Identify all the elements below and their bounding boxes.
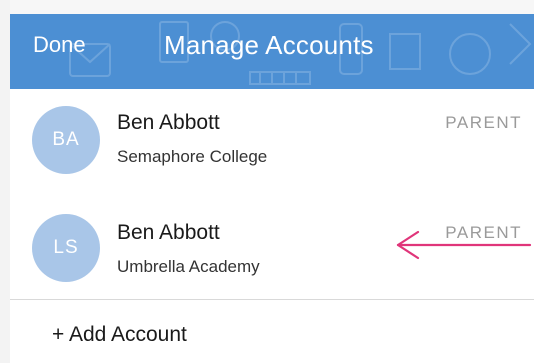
annotation-arrow-icon [396, 230, 532, 260]
account-school: Umbrella Academy [117, 257, 260, 276]
list-divider [10, 299, 534, 300]
left-gap [0, 0, 10, 363]
avatar: BA [32, 106, 100, 174]
manage-accounts-screen: Done Manage Accounts BA Ben Abbott Semap… [0, 0, 534, 363]
account-role-badge: PARENT [445, 113, 522, 132]
top-gap [0, 0, 534, 14]
page-title: Manage Accounts [164, 30, 374, 60]
nav-bar: Done Manage Accounts [10, 14, 534, 89]
account-school: Semaphore College [117, 147, 268, 166]
accounts-list: BA Ben Abbott Semaphore College PARENT L… [10, 89, 534, 363]
avatar: LS [32, 214, 100, 282]
account-row[interactable]: BA Ben Abbott Semaphore College PARENT [10, 89, 534, 193]
account-name: Ben Abbott [117, 111, 220, 134]
account-name: Ben Abbott [117, 221, 220, 244]
add-account-button[interactable]: + Add Account [52, 323, 187, 347]
done-button[interactable]: Done [33, 32, 86, 58]
